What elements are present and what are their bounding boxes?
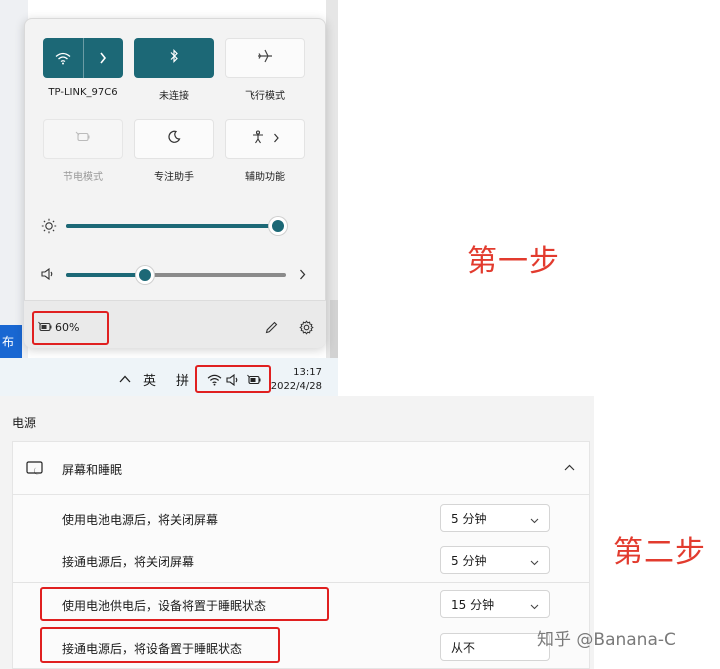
screen-sleep-group-title: 屏幕和睡眠 [62, 463, 123, 477]
volume-slider-thumb[interactable] [136, 266, 154, 284]
chevron-down-icon [530, 555, 539, 569]
bluetooth-tile[interactable] [134, 38, 214, 78]
power-section-title: 电源 [12, 416, 37, 430]
clock-date[interactable]: 2022/4/28 [266, 380, 322, 393]
plugged-sleep-value: 从不 [451, 640, 476, 655]
step-two-label: 第二步 [613, 535, 706, 570]
clock-time[interactable]: 13:17 [266, 366, 322, 379]
language-indicator[interactable]: 英 [143, 370, 156, 389]
plugged-screen-off-value: 5 分钟 [451, 553, 487, 568]
chevron-right-icon[interactable] [296, 267, 308, 281]
battery-saver-icon [75, 131, 91, 147]
highlight-box-battery-sleep [40, 587, 329, 621]
chevron-down-icon [530, 513, 539, 527]
accessibility-tile-label: 辅助功能 [245, 172, 285, 183]
background-scrollbar [330, 300, 338, 360]
chevron-right-icon[interactable] [273, 132, 280, 147]
bluetooth-tile-label: 未连接 [159, 91, 189, 102]
pencil-icon[interactable] [264, 320, 278, 334]
ime-indicator[interactable]: 拼 [176, 370, 189, 389]
battery-screen-off-select[interactable]: 5 分钟 [440, 504, 550, 532]
battery-saver-tile-label: 节电模式 [63, 172, 103, 183]
gear-icon[interactable] [298, 319, 314, 335]
battery-screen-off-label: 使用电池电源后，将关闭屏幕 [62, 513, 219, 527]
focus-assist-tile[interactable] [134, 119, 214, 159]
airplane-mode-tile[interactable] [225, 38, 305, 78]
group-divider [13, 582, 589, 583]
sun-icon [40, 217, 58, 235]
airplane-icon [257, 49, 273, 67]
chevron-down-icon [530, 599, 539, 613]
watermark: 知乎 @Banana-C [537, 630, 676, 650]
volume-slider-fill [66, 273, 145, 277]
highlight-box-tray [195, 365, 271, 393]
chevron-up-icon[interactable] [118, 373, 132, 385]
highlight-box-plugged-sleep [40, 627, 280, 663]
plugged-sleep-select[interactable]: 从不 [440, 633, 550, 661]
highlight-box-battery [32, 311, 109, 345]
accessibility-icon [251, 130, 265, 148]
chevron-up-icon[interactable] [562, 461, 576, 473]
wifi-tile[interactable] [43, 38, 123, 78]
step-one-label: 第一步 [467, 244, 560, 279]
background-button[interactable]: 布 [0, 325, 22, 359]
wifi-icon[interactable] [43, 38, 84, 78]
speaker-icon[interactable] [40, 266, 56, 282]
focus-assist-tile-label: 专注助手 [154, 172, 194, 183]
battery-sleep-value: 15 分钟 [451, 597, 495, 612]
screen-sleep-icon [26, 460, 44, 476]
moon-icon [167, 130, 181, 148]
bluetooth-icon [169, 49, 179, 67]
airplane-mode-tile-label: 飞行模式 [245, 91, 285, 102]
chevron-right-icon[interactable] [84, 38, 124, 78]
battery-sleep-select[interactable]: 15 分钟 [440, 590, 550, 618]
accessibility-tile[interactable] [225, 119, 305, 159]
plugged-screen-off-select[interactable]: 5 分钟 [440, 546, 550, 574]
brightness-slider-fill [66, 224, 278, 228]
plugged-screen-off-label: 接通电源后，将关闭屏幕 [62, 555, 195, 569]
brightness-slider-thumb[interactable] [269, 217, 287, 235]
wifi-tile-label: TP-LINK_97C6 [48, 87, 118, 98]
battery-saver-tile[interactable] [43, 119, 123, 159]
battery-screen-off-value: 5 分钟 [451, 511, 487, 526]
